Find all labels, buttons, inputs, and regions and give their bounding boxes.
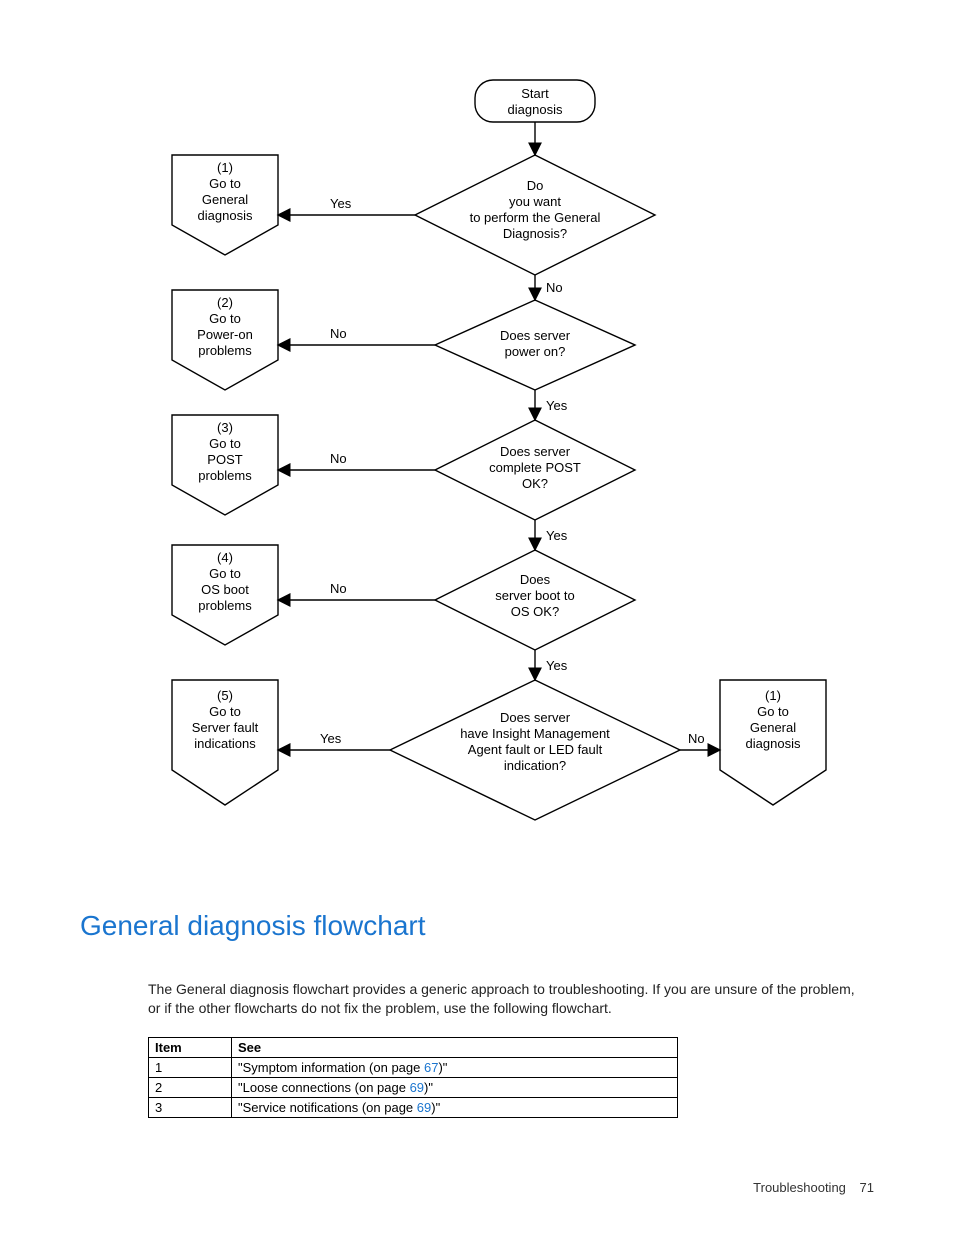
svg-text:server boot to: server boot to: [495, 588, 575, 603]
edge-yes-1: Yes: [330, 196, 352, 211]
page-footer: Troubleshooting 71: [753, 1180, 874, 1195]
see-cell: "Loose connections (on page 69)": [232, 1078, 678, 1098]
svg-text:power on?: power on?: [505, 344, 566, 359]
footer-section: Troubleshooting: [753, 1180, 846, 1195]
edge-yes-2: Yes: [546, 398, 568, 413]
svg-text:OS OK?: OS OK?: [511, 604, 559, 619]
see-cell: "Service notifications (on page 69)": [232, 1098, 678, 1118]
decision-4: Does: [520, 572, 551, 587]
col-item: Item: [149, 1038, 232, 1058]
svg-text:Go to: Go to: [209, 704, 241, 719]
table-row: 3 "Service notifications (on page 69)": [149, 1098, 678, 1118]
document-page: Start diagnosis Do you want to perform t…: [0, 0, 954, 1235]
ref-5: (5): [217, 688, 233, 703]
diagnosis-flowchart: Start diagnosis Do you want to perform t…: [80, 60, 880, 860]
svg-text:problems: problems: [198, 468, 252, 483]
see-cell: "Symptom information (on page 67)": [232, 1058, 678, 1078]
svg-text:indications: indications: [194, 736, 256, 751]
decision-3: Does server: [500, 444, 571, 459]
edge-no-3: No: [330, 451, 347, 466]
svg-text:OS boot: OS boot: [201, 582, 249, 597]
svg-text:diagnosis: diagnosis: [198, 208, 253, 223]
table-header-row: Item See: [149, 1038, 678, 1058]
decision-5: Does server: [500, 710, 571, 725]
svg-text:have Insight Management: have Insight Management: [460, 726, 610, 741]
decision-2: Does server: [500, 328, 571, 343]
svg-text:OK?: OK?: [522, 476, 548, 491]
svg-text:General: General: [750, 720, 796, 735]
decision-1: Do: [527, 178, 544, 193]
svg-text:POST: POST: [207, 452, 242, 467]
svg-text:Go to: Go to: [209, 566, 241, 581]
table-row: 1 "Symptom information (on page 67)": [149, 1058, 678, 1078]
svg-text:Go to: Go to: [209, 436, 241, 451]
item-cell: 3: [149, 1098, 232, 1118]
ref-1b: (1): [765, 688, 781, 703]
svg-text:Go to: Go to: [209, 176, 241, 191]
svg-text:Diagnosis?: Diagnosis?: [503, 226, 567, 241]
svg-text:problems: problems: [198, 343, 252, 358]
footer-page-number: 71: [860, 1180, 874, 1195]
svg-text:problems: problems: [198, 598, 252, 613]
section-description: The General diagnosis flowchart provides…: [148, 980, 863, 1018]
edge-yes-4: Yes: [546, 658, 568, 673]
svg-text:diagnosis: diagnosis: [508, 102, 563, 117]
edge-no-4: No: [330, 581, 347, 596]
item-cell: 1: [149, 1058, 232, 1078]
edge-yes-5: Yes: [320, 731, 342, 746]
edge-no-1: No: [546, 280, 563, 295]
svg-text:complete POST: complete POST: [489, 460, 581, 475]
col-see: See: [232, 1038, 678, 1058]
page-link[interactable]: 69: [410, 1080, 424, 1095]
ref-3: (3): [217, 420, 233, 435]
svg-text:Server fault: Server fault: [192, 720, 259, 735]
edge-yes-3: Yes: [546, 528, 568, 543]
svg-text:indication?: indication?: [504, 758, 566, 773]
item-cell: 2: [149, 1078, 232, 1098]
ref-4: (4): [217, 550, 233, 565]
page-link[interactable]: 67: [424, 1060, 438, 1075]
svg-text:Power-on: Power-on: [197, 327, 253, 342]
reference-table: Item See 1 "Symptom information (on page…: [148, 1037, 678, 1118]
section-heading: General diagnosis flowchart: [80, 910, 426, 942]
ref-1: (1): [217, 160, 233, 175]
edge-no-5: No: [688, 731, 705, 746]
svg-text:to perform the General: to perform the General: [470, 210, 601, 225]
svg-text:you want: you want: [509, 194, 561, 209]
edge-no-2: No: [330, 326, 347, 341]
svg-text:diagnosis: diagnosis: [746, 736, 801, 751]
svg-text:Go to: Go to: [757, 704, 789, 719]
ref-2: (2): [217, 295, 233, 310]
page-link[interactable]: 69: [417, 1100, 431, 1115]
svg-text:Go to: Go to: [209, 311, 241, 326]
svg-text:Agent fault or LED fault: Agent fault or LED fault: [468, 742, 603, 757]
table-row: 2 "Loose connections (on page 69)": [149, 1078, 678, 1098]
start-node: Start: [521, 86, 549, 101]
svg-text:General: General: [202, 192, 248, 207]
